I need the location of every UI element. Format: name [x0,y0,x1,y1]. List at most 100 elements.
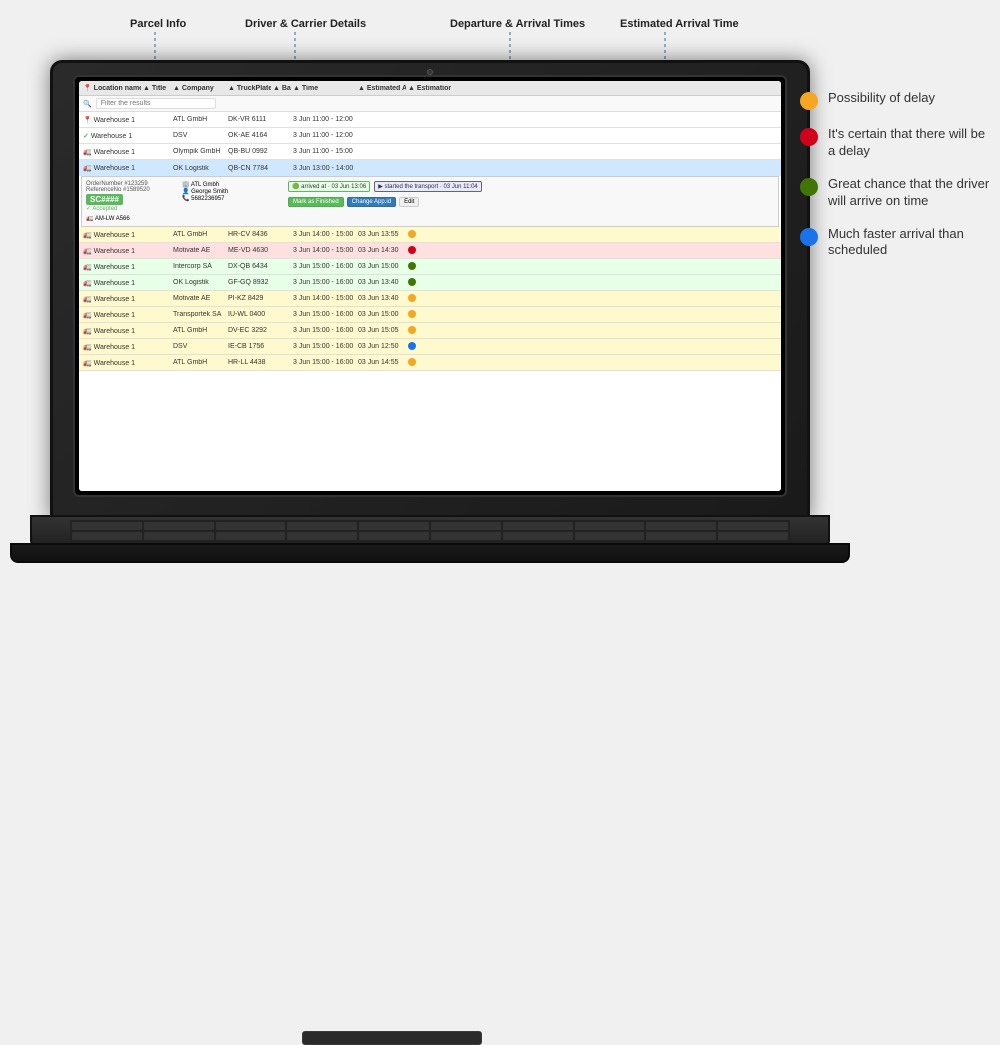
table-row[interactable]: 🚛 Warehouse 1 Transportek SA IU-WL 0400 … [79,307,781,323]
cell-truck: IE-CB 1756 [226,343,271,350]
cell-time: 3 Jun 11:00 - 12:00 [291,116,356,123]
key [287,532,357,540]
annotation-estimated-arrival: Estimated Arrival Time [620,18,739,30]
cell-truck: PI-KZ 8429 [226,295,271,302]
table-row[interactable]: 🚛 Warehouse 1 DSV IE-CB 1756 3 Jun 15:00… [79,339,781,355]
cell-time: 3 Jun 11:00 - 12:00 [291,132,356,139]
legend-item-red: It's certain that there will be a delay [800,126,1000,160]
cell-truck: DV-EC 3292 [226,327,271,334]
cell-company: ATL GmbH [171,116,226,123]
cell-location: 🚛 Warehouse 1 [81,263,141,271]
cell-location: 🚛 Warehouse 1 [81,295,141,303]
cell-estimated: 03 Jun 14:30 [356,247,406,254]
key [431,532,501,540]
table-row[interactable]: ✓ Warehouse 1 DSV OK-AE 4164 3 Jun 11:00… [79,128,781,144]
cell-company: OK Logistik [171,279,226,286]
table-row[interactable]: 🚛 Warehouse 1 Olympik GmbH QB-BU 0992 3 … [79,144,781,160]
cell-location: 🚛 Warehouse 1 [81,327,141,335]
cell-location: 🚛 Warehouse 1 [81,148,141,156]
annotation-parcel-info: Parcel Info [130,18,186,30]
table-row[interactable]: 🚛 Warehouse 1 Motivate AE PI-KZ 8429 3 J… [79,291,781,307]
phone-number: 📞 5682236957 [182,195,282,202]
cell-estimated: 03 Jun 13:55 [356,231,406,238]
key [359,532,429,540]
legend-item-yellow: Possibility of delay [800,90,1000,110]
legend-text-blue: Much faster arrival than scheduled [828,226,990,260]
laptop-keyboard [70,520,790,542]
table-row[interactable]: 🚛 Warehouse 1 ATL GmbH DV-EC 3292 3 Jun … [79,323,781,339]
expanded-status-info: 🟢 arrived at · 03 Jun 13:06 ▶ started th… [288,181,774,222]
laptop-body: 📍 Location name ▲ Title ▲ Company ▲ Truc… [50,60,810,520]
legend: Possibility of delay It's certain that t… [800,90,1000,275]
cell-status [406,358,451,368]
cell-estimated: 03 Jun 15:00 [356,311,406,318]
table-row[interactable]: 🚛 Warehouse 1 Motivate AE ME-VD 4630 3 J… [79,243,781,259]
col-header-title: ▲ Title [141,85,171,92]
col-header-location: 📍 Location name [81,84,141,92]
expanded-detail-panel: OrderNumber #123259 ReferenceNo #1589520… [81,176,779,227]
legend-text-green: Great chance that the driver will arrive… [828,176,990,210]
table-row[interactable]: 🚛 Warehouse 1 ATL GmbH HR-CV 8436 3 Jun … [79,227,781,243]
cell-status [406,230,451,240]
cell-truck: HR-LL 4438 [226,359,271,366]
legend-item-blue: Much faster arrival than scheduled [800,226,1000,260]
laptop-screen-bezel: 📍 Location name ▲ Title ▲ Company ▲ Truc… [73,75,787,497]
cell-time: 3 Jun 15:00 - 16:00 [291,279,356,286]
cell-company: Intercorp SA [171,263,226,270]
cell-truck: DK-VR 6111 [226,116,271,123]
cell-estimated: 03 Jun 13:40 [356,295,406,302]
cell-location: 🚛 Warehouse 1 [81,247,141,255]
cell-estimated: 03 Jun 14:55 [356,359,406,366]
cell-time: 3 Jun 14:00 - 15:00 [291,295,356,302]
cell-time: 3 Jun 15:00 - 16:00 [291,311,356,318]
change-app-button[interactable]: Change App.id [347,197,396,207]
cell-status [406,246,451,256]
cell-location: 🚛 Warehouse 1 [81,231,141,239]
key [575,532,645,540]
table-row-selected[interactable]: 🚛 Warehouse 1 OK Logistik QB-CN 7784 3 J… [79,160,781,176]
cell-truck: IU-WL 0400 [226,311,271,318]
legend-text-yellow: Possibility of delay [828,90,935,107]
truck-icon: 🚛 [83,149,92,156]
mark-finished-button[interactable]: Mark as Finished [288,197,344,207]
edit-button[interactable]: Edit [399,197,419,207]
cell-estimated: 03 Jun 13:40 [356,279,406,286]
table-row[interactable]: 🚛 Warehouse 1 Intercorp SA DX-QB 6434 3 … [79,259,781,275]
cell-company: Olympik GmbH [171,148,226,155]
table-row[interactable]: 📍 Warehouse 1 ATL GmbH DK-VR 6111 3 Jun … [79,112,781,128]
cell-status [406,262,451,272]
search-bar[interactable]: 🔍 [79,96,781,112]
screen-content: 📍 Location name ▲ Title ▲ Company ▲ Truc… [79,81,781,491]
cell-company: DSV [171,343,226,350]
col-header-bay: ▲ Bay [271,85,291,92]
col-header-time: ▲ Time [291,85,356,92]
expanded-order-info: OrderNumber #123259 ReferenceNo #1589520… [86,181,176,222]
cell-status [406,326,451,336]
cell-company: Transportek SA [171,311,226,318]
transport-badge: ▶ started the transport · 03 Jun 11:04 [374,181,482,192]
table-row[interactable]: 🚛 Warehouse 1 OK Logistik GF-GQ 8932 3 J… [79,275,781,291]
search-icon: 🔍 [83,100,92,108]
company-name: 🏢 ATL Gmbh [182,181,282,188]
cell-time: 3 Jun 15:00 - 16:00 [291,359,356,366]
cell-time: 3 Jun 14:00 - 15:00 [291,231,356,238]
truck-image: 🚛 AM-LW A566 [86,215,176,222]
legend-dot-green [800,178,818,196]
cell-company: Motivate AE [171,295,226,302]
cell-company: ATL GmbH [171,359,226,366]
key [72,532,142,540]
table-row[interactable]: 🚛 Warehouse 1 ATL GmbH HR-LL 4438 3 Jun … [79,355,781,371]
key [503,522,573,530]
reference-number: ReferenceNo #1589520 [86,187,176,193]
search-input[interactable] [96,98,216,109]
legend-dot-yellow [800,92,818,110]
col-header-company: ▲ Company [171,85,226,92]
key [144,532,214,540]
cell-time: 3 Jun 11:00 - 15:00 [291,148,356,155]
key [216,532,286,540]
key [359,522,429,530]
check-icon: ✓ [83,133,89,140]
cell-truck: QB-BU 0992 [226,148,271,155]
cell-truck: HR-CV 8436 [226,231,271,238]
cell-company: DSV [171,132,226,139]
